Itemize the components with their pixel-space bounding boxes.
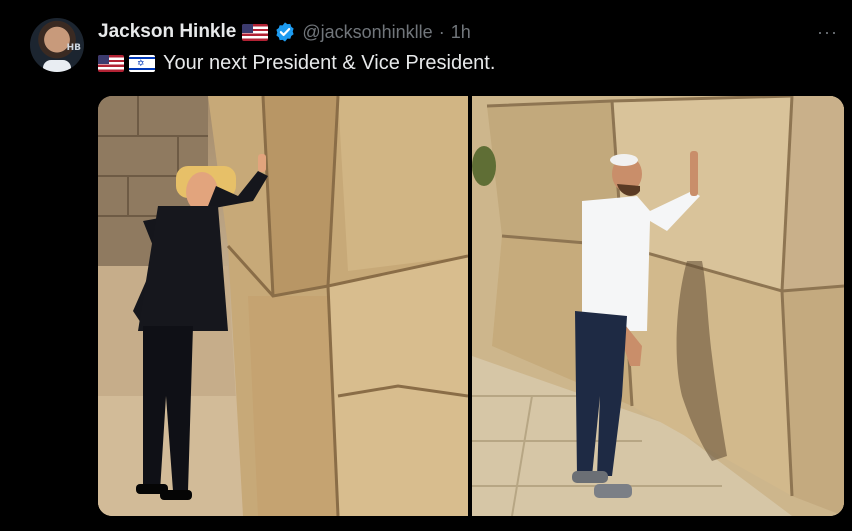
media-grid [98, 96, 844, 516]
header-separator: · [438, 21, 445, 42]
avatar-shirt [43, 60, 71, 72]
author-name[interactable]: Jackson Hinkle [98, 21, 236, 43]
more-options-icon[interactable]: ··· [817, 22, 838, 43]
photo-right-illustration [472, 96, 844, 516]
tweet-text: Your next President & Vice President. [163, 52, 496, 74]
tweet-header: Jackson Hinkle @jacksonhinklle · 1h [98, 20, 471, 44]
us-flag-icon [98, 55, 124, 72]
tweet-text-row: ✡ Your next President & Vice President. [98, 52, 495, 75]
photo-left-illustration [98, 96, 468, 516]
photo-right[interactable] [472, 96, 844, 516]
tweet-container: HB Jackson Hinkle @jacksonhinklle · 1h ·… [0, 0, 852, 531]
us-flag-icon [242, 23, 269, 41]
tweet-timestamp[interactable]: 1h [451, 22, 471, 43]
photo-left[interactable] [98, 96, 468, 516]
author-avatar[interactable]: HB [30, 18, 84, 72]
verified-badge-icon[interactable] [274, 21, 296, 43]
israel-flag-icon: ✡ [129, 55, 155, 72]
author-handle[interactable]: @jacksonhinklle [302, 22, 432, 43]
avatar-badge: HB [66, 43, 81, 53]
